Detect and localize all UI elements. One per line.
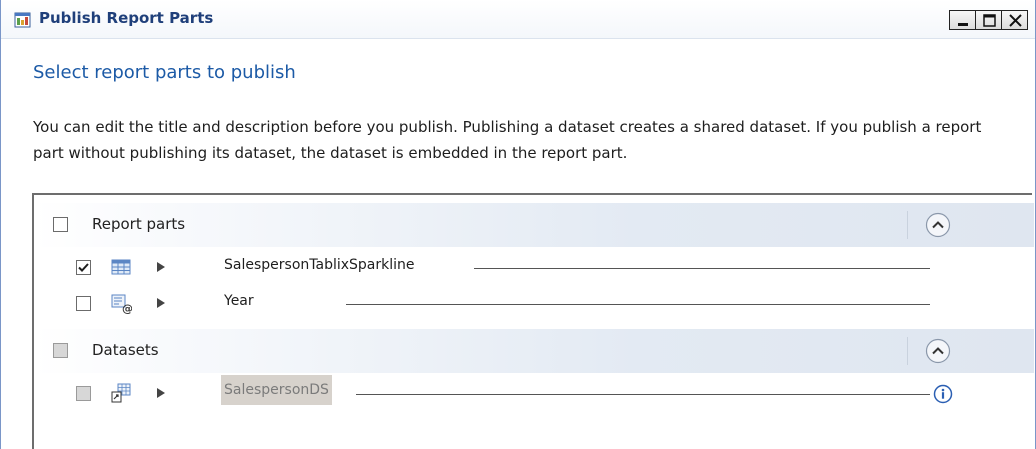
list-item-year: @ Year (34, 285, 1034, 321)
report-parts-list: Report parts SalespersonTablixSparkline … (32, 193, 1034, 449)
expand-arrow-icon[interactable] (155, 259, 167, 273)
svg-text:@: @ (122, 302, 132, 314)
close-button[interactable] (1001, 10, 1028, 30)
chevron-up-icon (925, 338, 951, 364)
minimize-icon (958, 23, 968, 26)
title-bar[interactable]: Publish Report Parts (1, 0, 1035, 39)
group-header-report-parts: Report parts (34, 203, 1034, 247)
close-icon (1009, 14, 1022, 27)
list-item-salesperson-tablix-sparkline: SalespersonTablixSparkline (34, 249, 1034, 285)
item-checkbox[interactable] (76, 296, 91, 311)
expand-arrow-icon[interactable] (155, 385, 167, 399)
collapse-datasets-button[interactable] (924, 337, 952, 365)
tablix-icon (110, 256, 132, 278)
report-builder-app-icon (14, 11, 33, 30)
report-parts-group-checkbox[interactable] (53, 217, 68, 232)
item-separator-line (346, 304, 930, 305)
publish-report-parts-window: Publish Report Parts Select report parts… (0, 0, 1036, 449)
group-divider (907, 211, 908, 239)
info-icon[interactable] (933, 384, 953, 404)
item-name[interactable]: SalespersonTablixSparkline (221, 253, 418, 277)
parameter-icon: @ (110, 292, 133, 315)
page-heading: Select report parts to publish (33, 62, 296, 83)
group-label-datasets: Datasets (92, 341, 159, 359)
check-icon (78, 263, 89, 272)
group-header-datasets: Datasets (34, 329, 1034, 373)
maximize-button[interactable] (975, 10, 1002, 30)
item-name[interactable]: Year (221, 289, 257, 313)
item-separator-line (474, 268, 930, 269)
expand-arrow-icon[interactable] (155, 295, 167, 309)
group-label-report-parts: Report parts (92, 215, 186, 233)
group-divider (907, 337, 908, 365)
collapse-report-parts-button[interactable] (924, 211, 952, 239)
shared-dataset-icon (110, 382, 132, 404)
item-checkbox[interactable] (76, 386, 91, 401)
list-item-salesperson-ds: SalespersonDS (34, 375, 1034, 411)
item-name[interactable]: SalespersonDS (221, 375, 332, 405)
page-description: You can edit the title and description b… (33, 118, 982, 162)
chevron-up-icon (925, 212, 951, 238)
window-controls (949, 10, 1028, 30)
item-checkbox[interactable] (76, 260, 91, 275)
window-title: Publish Report Parts (39, 9, 214, 27)
item-separator-line (356, 394, 930, 395)
datasets-group-checkbox[interactable] (53, 343, 68, 358)
minimize-button[interactable] (949, 10, 976, 30)
